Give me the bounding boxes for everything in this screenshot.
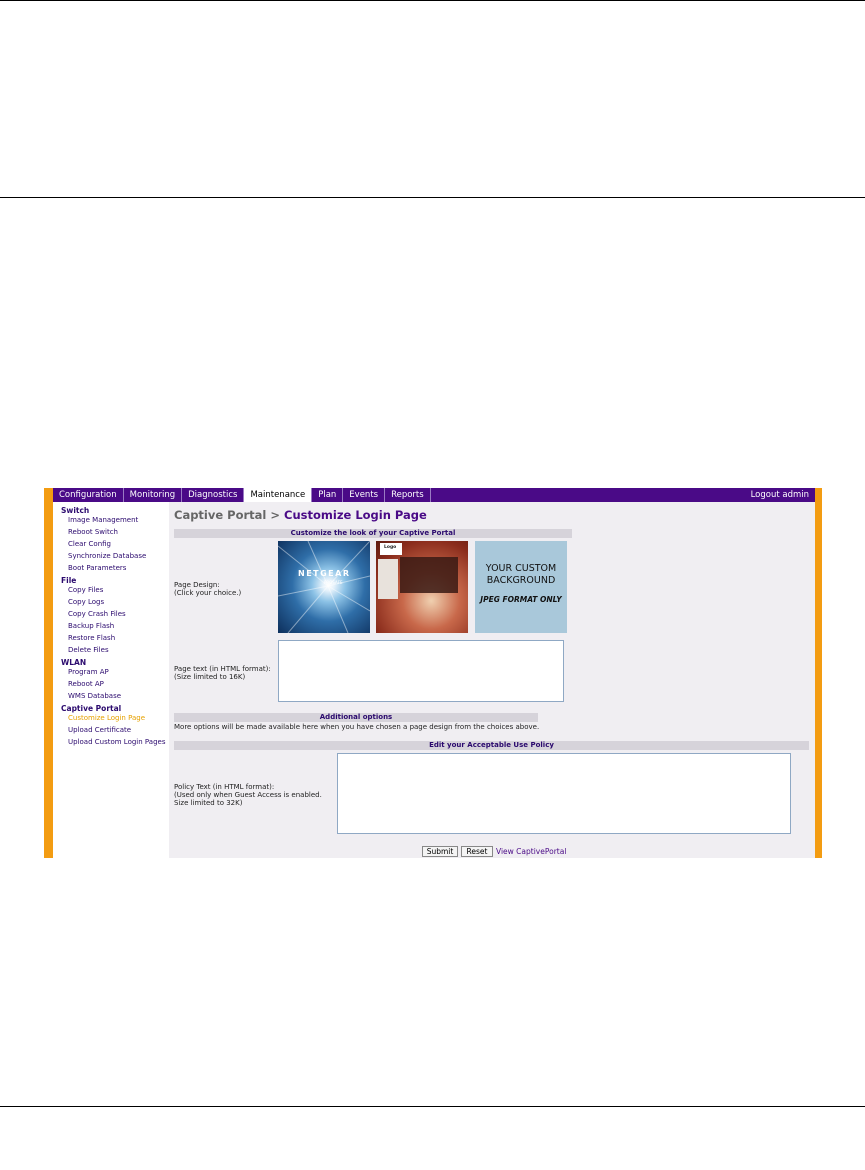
top-rule — [0, 0, 865, 1]
page-text-label: Page text (in HTML format): — [174, 665, 271, 673]
page-title: Captive Portal > Customize Login Page — [174, 508, 427, 522]
tab-diagnostics[interactable]: Diagnostics — [182, 488, 245, 502]
sidebar-heading-file: File — [61, 576, 77, 585]
sidebar-heading-wlan: WLAN — [61, 658, 87, 667]
page-design-hint: (Click your choice.) — [174, 589, 242, 597]
customize-section-header: Customize the look of your Captive Porta… — [174, 529, 572, 538]
page-text-hint: (Size limited to 16K) — [174, 673, 246, 681]
sidebar-item-copy-logs[interactable]: Copy Logs — [68, 598, 104, 606]
logo-layout-logo-text: Logo — [384, 545, 397, 550]
sidebar: Switch Image Management Reboot Switch Cl… — [53, 502, 169, 858]
page-text-textarea[interactable] — [278, 640, 564, 702]
header-rule — [0, 197, 865, 198]
custom-bg-line2: BACKGROUND — [486, 575, 556, 586]
sidebar-heading-captive-portal: Captive Portal — [61, 704, 122, 713]
aup-section-header: Edit your Acceptable Use Policy — [174, 741, 809, 750]
sidebar-item-boot-parameters[interactable]: Boot Parameters — [68, 564, 126, 572]
sidebar-item-program-ap[interactable]: Program AP — [68, 668, 109, 676]
logo-layout-side-panel — [378, 559, 398, 599]
sidebar-item-customize-login-page[interactable]: Customize Login Page — [68, 714, 145, 722]
netgear-logo-text: NETGEAR — [298, 569, 351, 578]
tab-configuration[interactable]: Configuration — [53, 488, 124, 502]
tab-plan[interactable]: Plan — [312, 488, 344, 502]
design-choice-logo-layout[interactable]: Logo — [376, 541, 468, 633]
reset-button[interactable]: Reset — [461, 846, 493, 857]
sidebar-item-reboot-ap[interactable]: Reboot AP — [68, 680, 104, 688]
submit-button[interactable]: Submit — [422, 846, 458, 857]
tab-events[interactable]: Events — [343, 488, 386, 502]
tab-monitoring[interactable]: Monitoring — [124, 488, 183, 502]
sidebar-heading-switch: Switch — [61, 506, 90, 515]
sidebar-item-reboot-switch[interactable]: Reboot Switch — [68, 528, 118, 536]
sidebar-item-upload-certificate[interactable]: Upload Certificate — [68, 726, 131, 734]
starburst-graphic — [278, 541, 370, 633]
top-nav: Configuration Monitoring Diagnostics Mai… — [53, 488, 815, 502]
sidebar-item-upload-custom-login-pages[interactable]: Upload Custom Login Pages — [68, 738, 166, 746]
policy-text-textarea[interactable] — [337, 753, 791, 834]
custom-bg-line1: YOUR CUSTOM — [485, 563, 557, 574]
netgear-logo-subtext: PROSAFE — [324, 580, 343, 585]
sidebar-item-copy-files[interactable]: Copy Files — [68, 586, 103, 594]
policy-text-hint-1: (Used only when Guest Access is enabled. — [174, 791, 322, 799]
tab-reports[interactable]: Reports — [385, 488, 431, 502]
view-captive-portal-link[interactable]: View CaptivePortal — [496, 847, 566, 856]
breadcrumb[interactable]: Captive Portal > — [174, 508, 280, 522]
sidebar-item-delete-files[interactable]: Delete Files — [68, 646, 109, 654]
sidebar-item-wms-database[interactable]: WMS Database — [68, 692, 121, 700]
sidebar-item-restore-flash[interactable]: Restore Flash — [68, 634, 115, 642]
design-choice-custom-background[interactable]: YOUR CUSTOM BACKGROUND JPEG FORMAT ONLY — [475, 541, 567, 633]
policy-text-hint-2: Size limited to 32K) — [174, 799, 243, 807]
additional-options-header: Additional options — [174, 713, 538, 722]
sidebar-item-backup-flash[interactable]: Backup Flash — [68, 622, 114, 630]
sidebar-item-synchronize-database[interactable]: Synchronize Database — [68, 552, 146, 560]
policy-text-label: Policy Text (in HTML format): — [174, 783, 275, 791]
additional-options-note: More options will be made available here… — [174, 723, 540, 731]
sidebar-item-image-management[interactable]: Image Management — [68, 516, 138, 524]
sidebar-item-clear-config[interactable]: Clear Config — [68, 540, 111, 548]
page-title-text: Customize Login Page — [284, 508, 427, 522]
footer-rule — [0, 1106, 865, 1107]
sidebar-item-copy-crash-files[interactable]: Copy Crash Files — [68, 610, 126, 618]
design-choice-netgear[interactable]: NETGEAR PROSAFE — [278, 541, 370, 633]
logo-layout-content-panel — [400, 557, 458, 593]
page-design-label: Page Design: — [174, 581, 220, 589]
logout-link[interactable]: Logout admin — [751, 490, 815, 500]
custom-bg-line3: JPEG FORMAT ONLY — [480, 595, 562, 604]
main-panel: Captive Portal > Customize Login Page Cu… — [169, 502, 815, 858]
tab-maintenance[interactable]: Maintenance — [244, 488, 313, 502]
